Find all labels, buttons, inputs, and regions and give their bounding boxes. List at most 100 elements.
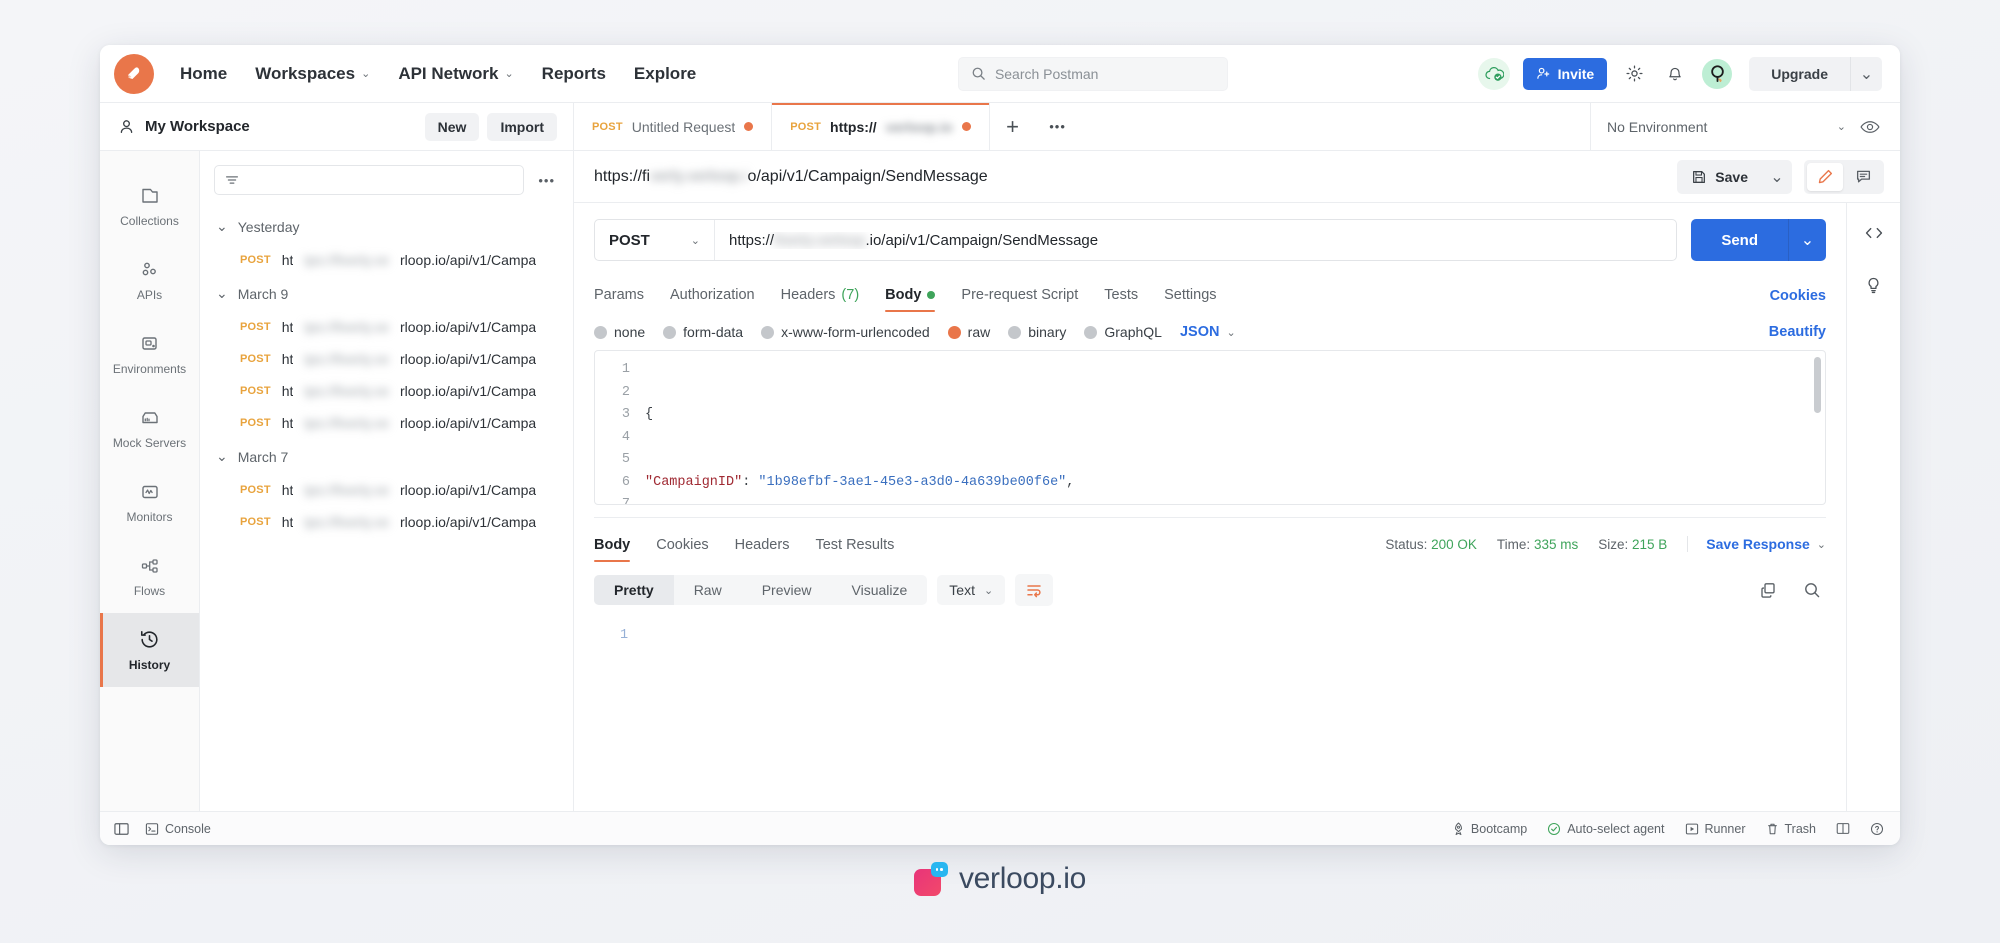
console-button[interactable]: Console bbox=[145, 822, 211, 836]
auto-select-agent-button[interactable]: Auto-select agent bbox=[1547, 822, 1665, 836]
body-type-none[interactable]: none bbox=[594, 324, 645, 340]
sidebar-item-monitors[interactable]: Monitors bbox=[100, 465, 199, 539]
request-info-button[interactable] bbox=[1858, 269, 1890, 301]
nav-item-api-network[interactable]: API Network ⌄ bbox=[386, 58, 525, 90]
tab-label: Headers bbox=[734, 537, 790, 553]
view-visualize[interactable]: Visualize bbox=[832, 575, 928, 605]
history-item[interactable]: POST ht tps://fiverly.ve rloop.io/api/v1/C… bbox=[200, 506, 573, 538]
request-body-editor[interactable]: 1 2 3 4 5 6 7 { "CampaignID": "1b98efbf-… bbox=[594, 350, 1826, 505]
view-preview[interactable]: Preview bbox=[742, 575, 832, 605]
response-format-select[interactable]: Text ⌄ bbox=[937, 575, 1006, 605]
history-options-button[interactable]: ••• bbox=[534, 173, 559, 188]
environment-select[interactable]: No Environment ⌄ bbox=[1607, 119, 1846, 135]
body-type-urlencoded[interactable]: x-www-form-urlencoded bbox=[761, 324, 930, 340]
editor-code[interactable]: { "CampaignID": "1b98efbf-3ae1-45e3-a3d0… bbox=[641, 351, 1825, 504]
new-tab-button[interactable]: + bbox=[990, 103, 1036, 150]
tab-label: Tests bbox=[1104, 287, 1139, 303]
history-filter-input[interactable] bbox=[214, 165, 525, 195]
cookies-link[interactable]: Cookies bbox=[1770, 288, 1826, 304]
nav-item-explore[interactable]: Explore bbox=[622, 58, 708, 90]
request-tab-sendmessage[interactable]: POST https:// verloop.io bbox=[772, 103, 990, 150]
runner-button[interactable]: Runner bbox=[1685, 822, 1746, 836]
sidebar-item-flows[interactable]: Flows bbox=[100, 539, 199, 613]
body-type-raw[interactable]: raw bbox=[947, 324, 990, 340]
new-button[interactable]: New bbox=[424, 112, 480, 141]
invite-button[interactable]: Invite bbox=[1522, 57, 1608, 90]
history-group-header[interactable]: ⌄ March 7 bbox=[200, 439, 573, 474]
comments-button[interactable] bbox=[1845, 163, 1881, 191]
upgrade-button[interactable]: Upgrade bbox=[1749, 57, 1850, 91]
sidebar-item-environments[interactable]: Environments bbox=[100, 317, 199, 391]
body-type-form-data[interactable]: form-data bbox=[663, 324, 743, 340]
sync-status-icon[interactable] bbox=[1477, 57, 1510, 90]
tab-options-button[interactable]: ••• bbox=[1036, 103, 1080, 150]
body-type-binary[interactable]: binary bbox=[1008, 324, 1066, 340]
tab-headers[interactable]: Headers (7) bbox=[781, 279, 860, 312]
tab-params[interactable]: Params bbox=[594, 279, 644, 312]
history-item[interactable]: POST ht tps://fiverly.ve rloop.io/api/v1/C… bbox=[200, 244, 573, 276]
nav-label: Reports bbox=[541, 63, 606, 83]
history-group-header[interactable]: ⌄ March 9 bbox=[200, 276, 573, 311]
help-button[interactable] bbox=[1870, 822, 1884, 836]
nav-item-reports[interactable]: Reports bbox=[530, 58, 618, 90]
settings-button[interactable] bbox=[1620, 60, 1648, 88]
layout-button[interactable] bbox=[1836, 822, 1850, 835]
beautify-button[interactable]: Beautify bbox=[1769, 324, 1826, 340]
search-placeholder: Search Postman bbox=[994, 65, 1099, 82]
save-dropdown-button[interactable]: ⌄ bbox=[1762, 160, 1792, 194]
sidebar-item-collections[interactable]: Collections bbox=[100, 169, 199, 243]
save-button[interactable]: Save bbox=[1677, 160, 1762, 194]
wrap-lines-button[interactable] bbox=[1015, 574, 1054, 606]
editor-scrollbar[interactable] bbox=[1814, 357, 1821, 413]
tab-pre-request-script[interactable]: Pre-request Script bbox=[961, 279, 1078, 312]
sidebar-item-apis[interactable]: APIs bbox=[100, 243, 199, 317]
environment-quick-look-button[interactable] bbox=[1856, 113, 1884, 141]
history-item[interactable]: POST ht tps://fiverly.ve rloop.io/api/v1/C… bbox=[200, 343, 573, 375]
tab-settings[interactable]: Settings bbox=[1164, 279, 1216, 312]
nav-item-home[interactable]: Home bbox=[168, 58, 239, 90]
line-number: 4 bbox=[621, 429, 630, 445]
response-body[interactable]: 1 bbox=[594, 614, 1826, 811]
send-group: Send ⌄ bbox=[1691, 219, 1826, 261]
edit-mode-button[interactable] bbox=[1807, 162, 1843, 191]
avatar[interactable] bbox=[1702, 58, 1733, 89]
postman-logo[interactable] bbox=[114, 53, 154, 94]
send-dropdown-button[interactable]: ⌄ bbox=[1788, 219, 1826, 261]
toggle-sidebar-button[interactable] bbox=[114, 822, 129, 836]
bootcamp-button[interactable]: Bootcamp bbox=[1452, 822, 1527, 836]
view-raw[interactable]: Raw bbox=[674, 575, 742, 605]
code-snippet-button[interactable] bbox=[1858, 217, 1890, 249]
history-item[interactable]: POST ht tps://fiverly.ve rloop.io/api/v1/C… bbox=[200, 474, 573, 506]
history-item[interactable]: POST ht tps://fiverly.ve rloop.io/api/v1/C… bbox=[200, 407, 573, 439]
response-tab-headers[interactable]: Headers bbox=[735, 532, 790, 562]
send-button[interactable]: Send bbox=[1691, 219, 1788, 261]
view-pretty[interactable]: Pretty bbox=[594, 575, 674, 605]
history-group-header[interactable]: ⌄ Yesterday bbox=[200, 209, 573, 244]
response-tab-cookies[interactable]: Cookies bbox=[656, 532, 708, 562]
import-button[interactable]: Import bbox=[487, 112, 557, 141]
body-format-select[interactable]: JSON ⌄ bbox=[1180, 324, 1236, 340]
sidebar-item-mock-servers[interactable]: Mock Servers bbox=[100, 391, 199, 465]
tab-tests[interactable]: Tests bbox=[1104, 279, 1138, 312]
history-item[interactable]: POST ht tps://fiverly.ve rloop.io/api/v1/C… bbox=[200, 375, 573, 407]
http-method-select[interactable]: POST ⌄ bbox=[595, 220, 715, 260]
search-input[interactable]: Search Postman bbox=[957, 56, 1228, 91]
upgrade-dropdown-button[interactable]: ⌄ bbox=[1850, 56, 1882, 91]
tab-authorization[interactable]: Authorization bbox=[670, 279, 755, 312]
response-tab-body[interactable]: Body bbox=[594, 532, 631, 562]
search-response-button[interactable] bbox=[1798, 576, 1826, 604]
save-response-button[interactable]: Save Response ⌄ bbox=[1687, 536, 1826, 552]
tab-body[interactable]: Body bbox=[885, 279, 936, 312]
notifications-button[interactable] bbox=[1661, 60, 1689, 88]
trash-button[interactable]: Trash bbox=[1766, 822, 1816, 836]
url-input[interactable]: https://fiverly.verloop .io/api/v1/Campai… bbox=[715, 232, 1676, 249]
history-item[interactable]: POST ht tps://fiverly.ve rloop.io/api/v1/C… bbox=[200, 311, 573, 343]
response-tab-test-results[interactable]: Test Results bbox=[815, 532, 894, 562]
sidebar-item-history[interactable]: History bbox=[100, 613, 199, 687]
body-type-graphql[interactable]: GraphQL bbox=[1084, 324, 1162, 340]
request-tab-untitled[interactable]: POST Untitled Request bbox=[574, 103, 773, 150]
request-title[interactable]: https://fi verly.verloop.i o/api/v1/Campai… bbox=[594, 168, 988, 186]
copy-response-button[interactable] bbox=[1754, 576, 1782, 604]
left-icon-rail: Collections APIs Environments Mock Serve… bbox=[100, 151, 200, 811]
nav-item-workspaces[interactable]: Workspaces ⌄ bbox=[243, 58, 382, 90]
